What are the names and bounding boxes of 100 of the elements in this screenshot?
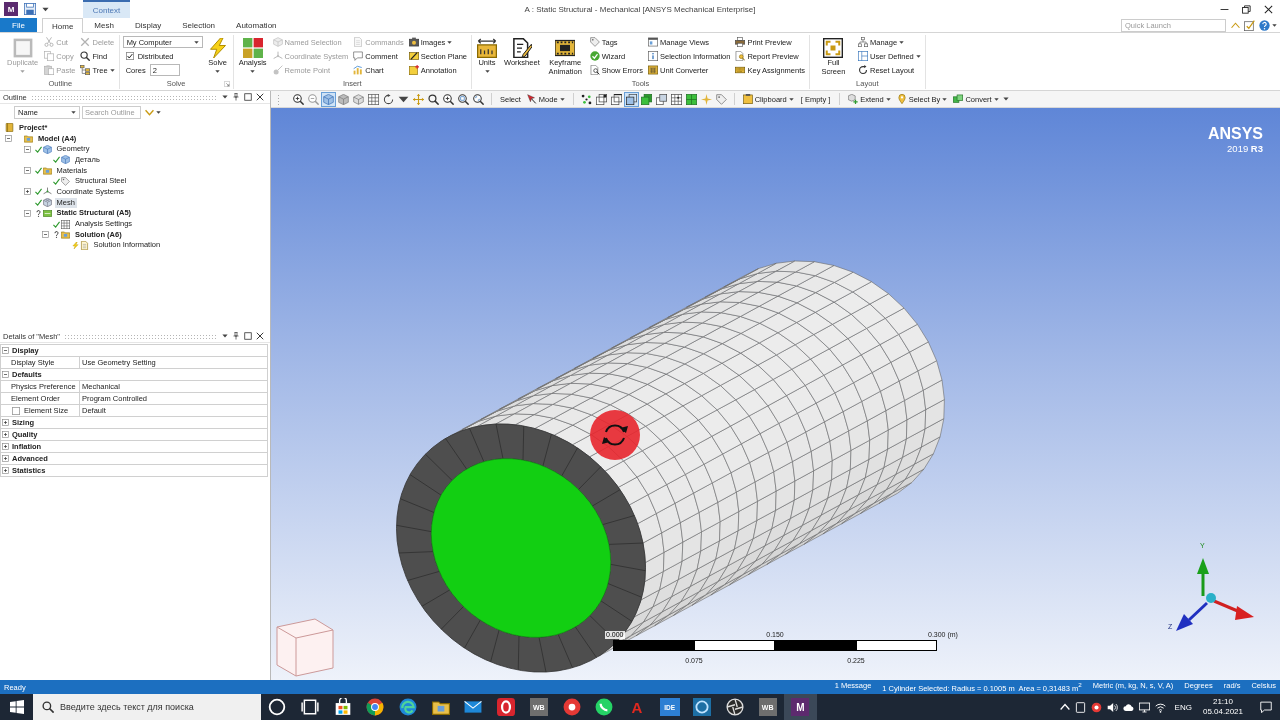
y-axis-arrow — [1197, 558, 1209, 596]
phone-bubble-icon — [595, 698, 614, 716]
box-outline-icon — [276, 618, 334, 677]
help-icon[interactable] — [1259, 19, 1270, 31]
zoom-in-icon[interactable] — [442, 92, 455, 106]
box-solid-icon[interactable] — [639, 92, 653, 106]
expand-icon[interactable] — [2, 443, 9, 450]
box-element-icon[interactable] — [684, 92, 698, 106]
caret-icon[interactable] — [156, 109, 161, 115]
ribbon-tab[interactable]: Mesh — [84, 18, 124, 32]
collapse-icon[interactable] — [23, 209, 31, 217]
point-cloud-icon[interactable] — [579, 92, 593, 106]
folder-icon — [431, 698, 450, 716]
caret-icon[interactable] — [222, 333, 228, 339]
box-stack-icon[interactable] — [654, 92, 668, 106]
record-icon[interactable] — [1090, 701, 1102, 713]
pin-icon[interactable] — [232, 93, 240, 101]
tablet-icon[interactable] — [1074, 701, 1086, 713]
language-indicator[interactable]: ENG — [1174, 702, 1192, 712]
pin-icon[interactable] — [232, 332, 240, 340]
cloud-icon[interactable] — [1122, 701, 1134, 713]
collapse-icon[interactable] — [23, 145, 31, 153]
collapse-icon[interactable] — [23, 167, 31, 175]
box-grid-icon[interactable] — [669, 92, 683, 106]
expand-icon[interactable] — [2, 455, 9, 462]
chevron-down-icon[interactable] — [145, 107, 154, 117]
zoom-fit-icon[interactable] — [472, 92, 485, 106]
triad-origin-icon — [1206, 593, 1216, 603]
taskbar-search-field[interactable]: Введите здесь текст для поиска — [33, 694, 261, 720]
expand-icon[interactable] — [2, 431, 9, 438]
close-icon[interactable] — [1264, 4, 1273, 14]
collapse-icon[interactable] — [42, 231, 49, 239]
expand-icon[interactable] — [23, 188, 31, 196]
caret-icon — [788, 96, 794, 102]
box-edge-icon[interactable] — [609, 92, 623, 106]
restore-icon[interactable] — [1242, 4, 1251, 14]
chevron-up-icon[interactable] — [1059, 702, 1070, 712]
grid-icon[interactable] — [367, 92, 380, 106]
cube-icon[interactable] — [322, 92, 335, 106]
maximize-icon[interactable] — [244, 332, 252, 340]
context-tab[interactable]: Context — [83, 0, 130, 18]
caret-icon — [559, 96, 565, 102]
collapse-icon[interactable] — [2, 371, 9, 378]
logo-text: ANSYS — [1207, 125, 1263, 143]
collapse-icon[interactable] — [5, 135, 12, 143]
square-icon — [12, 38, 33, 58]
rotate-icon[interactable] — [382, 92, 395, 106]
window-icon — [648, 37, 658, 47]
expand-icon[interactable] — [2, 419, 9, 426]
axes-icon — [42, 187, 52, 197]
expand-icon[interactable] — [2, 467, 9, 474]
wifi-icon[interactable] — [1154, 701, 1166, 713]
notification-icon[interactable] — [1260, 701, 1272, 713]
caret-icon[interactable] — [42, 5, 49, 13]
zoom-box-icon[interactable] — [457, 92, 470, 106]
ribbon-tab[interactable]: Home — [42, 18, 84, 33]
circle-icon — [268, 698, 287, 716]
box-corner-icon[interactable] — [594, 92, 608, 106]
checkbox[interactable] — [125, 52, 134, 60]
document-icon — [353, 37, 364, 47]
close-icon[interactable] — [256, 332, 264, 340]
checkbox[interactable] — [12, 406, 20, 415]
zoom-in-icon[interactable] — [292, 92, 305, 106]
search-icon[interactable] — [427, 92, 440, 106]
speaker-icon[interactable] — [1106, 701, 1118, 713]
cubes-icon[interactable] — [352, 92, 365, 106]
collapse-icon[interactable] — [2, 347, 9, 354]
windows-icon[interactable] — [9, 700, 24, 714]
monitor-icon[interactable] — [1138, 701, 1150, 713]
maximize-icon[interactable] — [244, 93, 252, 101]
grid-icon — [61, 219, 70, 229]
save-icon[interactable] — [24, 3, 36, 15]
x-axis-arrow — [1213, 599, 1254, 620]
caret-icon[interactable] — [1272, 22, 1277, 28]
cube-shaded-icon[interactable] — [337, 92, 350, 106]
reset-icon — [858, 65, 868, 75]
check-square-icon[interactable] — [1244, 19, 1255, 31]
taskbar-button[interactable]: M — [784, 694, 817, 720]
axes-icon — [272, 51, 283, 61]
envelope-icon — [464, 698, 483, 716]
folder-icon — [42, 166, 52, 176]
clock-time[interactable]: 21:10 — [1212, 697, 1233, 707]
paste-icon — [44, 65, 55, 75]
app-logo[interactable]: M — [4, 2, 18, 16]
task-view-icon — [301, 698, 320, 716]
caret-icon — [885, 96, 891, 102]
lightning-icon — [207, 38, 228, 58]
caret-icon[interactable] — [222, 94, 228, 100]
ribbon-tab[interactable]: Display — [124, 18, 172, 32]
printer-icon — [735, 37, 746, 47]
box-face-icon[interactable] — [624, 92, 638, 106]
ribbon-tab[interactable]: Automation — [226, 18, 287, 32]
check-circle-icon — [589, 51, 600, 61]
cubes-icon — [272, 37, 283, 47]
file-tab[interactable]: File — [0, 18, 37, 32]
clock-date[interactable]: 05.04.2021 — [1202, 707, 1243, 717]
ribbon-tab[interactable]: Selection — [172, 18, 226, 32]
folder-icon — [61, 230, 70, 240]
panel-icon — [42, 208, 52, 218]
close-icon[interactable] — [256, 93, 264, 101]
